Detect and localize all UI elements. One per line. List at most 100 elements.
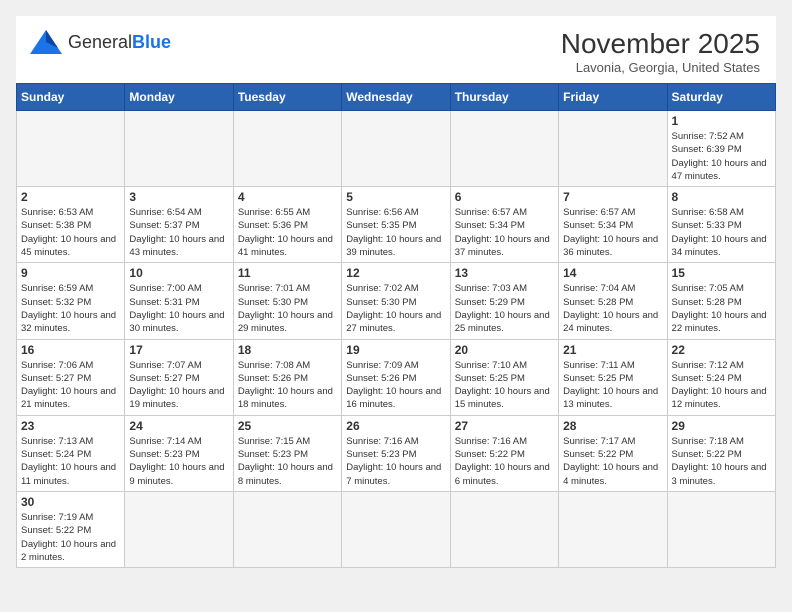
day-info: Sunrise: 6:57 AM Sunset: 5:34 PM Dayligh… xyxy=(563,206,662,259)
calendar-week-row: 2Sunrise: 6:53 AM Sunset: 5:38 PM Daylig… xyxy=(17,187,776,263)
day-number: 21 xyxy=(563,343,662,357)
day-info: Sunrise: 7:16 AM Sunset: 5:22 PM Dayligh… xyxy=(455,435,554,488)
logo-icon xyxy=(28,28,64,56)
day-info: Sunrise: 7:18 AM Sunset: 5:22 PM Dayligh… xyxy=(672,435,771,488)
day-number: 19 xyxy=(346,343,445,357)
day-number: 27 xyxy=(455,419,554,433)
day-number: 24 xyxy=(129,419,228,433)
day-number: 14 xyxy=(563,266,662,280)
day-info: Sunrise: 7:07 AM Sunset: 5:27 PM Dayligh… xyxy=(129,359,228,412)
day-number: 17 xyxy=(129,343,228,357)
day-info: Sunrise: 6:56 AM Sunset: 5:35 PM Dayligh… xyxy=(346,206,445,259)
day-number: 11 xyxy=(238,266,337,280)
calendar-day-cell: 30 Sunrise: 7:19 AM Sunset: 5:22 PM Dayli… xyxy=(17,491,125,567)
calendar-day-cell xyxy=(450,491,558,567)
calendar-week-row: 9Sunrise: 6:59 AM Sunset: 5:32 PM Daylig… xyxy=(17,263,776,339)
day-info: Sunrise: 7:06 AM Sunset: 5:27 PM Dayligh… xyxy=(21,359,120,412)
day-info: Sunrise: 6:59 AM Sunset: 5:32 PM Dayligh… xyxy=(21,282,120,335)
day-number: 3 xyxy=(129,190,228,204)
calendar-day-cell xyxy=(559,491,667,567)
calendar-day-cell xyxy=(125,491,233,567)
calendar-day-cell xyxy=(342,491,450,567)
day-info: Sunrise: 7:16 AM Sunset: 5:23 PM Dayligh… xyxy=(346,435,445,488)
calendar-day-cell: 10Sunrise: 7:00 AM Sunset: 5:31 PM Dayli… xyxy=(125,263,233,339)
weekday-header: Sunday xyxy=(17,84,125,111)
calendar-day-cell: 23Sunrise: 7:13 AM Sunset: 5:24 PM Dayli… xyxy=(17,415,125,491)
calendar-week-row: 30 Sunrise: 7:19 AM Sunset: 5:22 PM Dayli… xyxy=(17,491,776,567)
day-info: Sunrise: 7:02 AM Sunset: 5:30 PM Dayligh… xyxy=(346,282,445,335)
day-number: 30 xyxy=(21,495,120,509)
calendar-day-cell: 3 Sunrise: 6:54 AM Sunset: 5:37 PM Daylig… xyxy=(125,187,233,263)
day-number: 26 xyxy=(346,419,445,433)
day-number: 20 xyxy=(455,343,554,357)
calendar-day-cell: 28Sunrise: 7:17 AM Sunset: 5:22 PM Dayli… xyxy=(559,415,667,491)
day-number: 13 xyxy=(455,266,554,280)
calendar-day-cell xyxy=(559,111,667,187)
day-number: 23 xyxy=(21,419,120,433)
day-info: Sunrise: 7:12 AM Sunset: 5:24 PM Dayligh… xyxy=(672,359,771,412)
calendar-day-cell: 7 Sunrise: 6:57 AM Sunset: 5:34 PM Daylig… xyxy=(559,187,667,263)
calendar-day-cell xyxy=(667,491,775,567)
weekday-header: Thursday xyxy=(450,84,558,111)
day-info: Sunrise: 7:01 AM Sunset: 5:30 PM Dayligh… xyxy=(238,282,337,335)
day-info: Sunrise: 7:04 AM Sunset: 5:28 PM Dayligh… xyxy=(563,282,662,335)
day-info: Sunrise: 6:58 AM Sunset: 5:33 PM Dayligh… xyxy=(672,206,771,259)
calendar-day-cell: 9Sunrise: 6:59 AM Sunset: 5:32 PM Daylig… xyxy=(17,263,125,339)
calendar-day-cell: 4 Sunrise: 6:55 AM Sunset: 5:36 PM Daylig… xyxy=(233,187,341,263)
calendar-day-cell: 29 Sunrise: 7:18 AM Sunset: 5:22 PM Dayli… xyxy=(667,415,775,491)
day-number: 6 xyxy=(455,190,554,204)
calendar-day-cell xyxy=(125,111,233,187)
day-number: 2 xyxy=(21,190,120,204)
calendar-day-cell: 18Sunrise: 7:08 AM Sunset: 5:26 PM Dayli… xyxy=(233,339,341,415)
title-area: November 2025 Lavonia, Georgia, United S… xyxy=(561,28,760,75)
day-info: Sunrise: 7:03 AM Sunset: 5:29 PM Dayligh… xyxy=(455,282,554,335)
day-number: 28 xyxy=(563,419,662,433)
day-number: 18 xyxy=(238,343,337,357)
calendar-week-row: 1Sunrise: 7:52 AM Sunset: 6:39 PM Daylig… xyxy=(17,111,776,187)
day-number: 8 xyxy=(672,190,771,204)
calendar-day-cell: 20 Sunrise: 7:10 AM Sunset: 5:25 PM Dayli… xyxy=(450,339,558,415)
calendar-day-cell: 24 Sunrise: 7:14 AM Sunset: 5:23 PM Dayli… xyxy=(125,415,233,491)
day-number: 4 xyxy=(238,190,337,204)
calendar-day-cell: 11 Sunrise: 7:01 AM Sunset: 5:30 PM Dayli… xyxy=(233,263,341,339)
logo-text: GeneralBlue xyxy=(68,32,171,53)
day-info: Sunrise: 7:10 AM Sunset: 5:25 PM Dayligh… xyxy=(455,359,554,412)
calendar-day-cell: 13 Sunrise: 7:03 AM Sunset: 5:29 PM Dayli… xyxy=(450,263,558,339)
day-number: 22 xyxy=(672,343,771,357)
day-number: 12 xyxy=(346,266,445,280)
header: GeneralBlue November 2025 Lavonia, Georg… xyxy=(16,16,776,83)
calendar-day-cell: 21 Sunrise: 7:11 AM Sunset: 5:25 PM Dayli… xyxy=(559,339,667,415)
day-info: Sunrise: 6:54 AM Sunset: 5:37 PM Dayligh… xyxy=(129,206,228,259)
calendar-day-cell xyxy=(233,111,341,187)
month-title: November 2025 xyxy=(561,28,760,60)
day-number: 1 xyxy=(672,114,771,128)
calendar-page: GeneralBlue November 2025 Lavonia, Georg… xyxy=(16,16,776,568)
day-info: Sunrise: 7:11 AM Sunset: 5:25 PM Dayligh… xyxy=(563,359,662,412)
day-info: Sunrise: 6:55 AM Sunset: 5:36 PM Dayligh… xyxy=(238,206,337,259)
day-number: 25 xyxy=(238,419,337,433)
day-info: Sunrise: 7:00 AM Sunset: 5:31 PM Dayligh… xyxy=(129,282,228,335)
day-info: Sunrise: 7:14 AM Sunset: 5:23 PM Dayligh… xyxy=(129,435,228,488)
logo: GeneralBlue xyxy=(28,28,171,56)
calendar-day-cell: 12 Sunrise: 7:02 AM Sunset: 5:30 PM Dayli… xyxy=(342,263,450,339)
day-number: 29 xyxy=(672,419,771,433)
calendar-day-cell: 17 Sunrise: 7:07 AM Sunset: 5:27 PM Dayli… xyxy=(125,339,233,415)
logo-general: General xyxy=(68,32,132,52)
weekday-header: Wednesday xyxy=(342,84,450,111)
day-info: Sunrise: 7:19 AM Sunset: 5:22 PM Dayligh… xyxy=(21,511,120,564)
calendar-day-cell: 27 Sunrise: 7:16 AM Sunset: 5:22 PM Dayli… xyxy=(450,415,558,491)
day-info: Sunrise: 7:05 AM Sunset: 5:28 PM Dayligh… xyxy=(672,282,771,335)
calendar-day-cell: 19 Sunrise: 7:09 AM Sunset: 5:26 PM Dayli… xyxy=(342,339,450,415)
day-number: 15 xyxy=(672,266,771,280)
location: Lavonia, Georgia, United States xyxy=(561,60,760,75)
day-number: 7 xyxy=(563,190,662,204)
logo-blue: Blue xyxy=(132,32,171,52)
calendar-day-cell: 16Sunrise: 7:06 AM Sunset: 5:27 PM Dayli… xyxy=(17,339,125,415)
day-info: Sunrise: 6:57 AM Sunset: 5:34 PM Dayligh… xyxy=(455,206,554,259)
day-info: Sunrise: 7:15 AM Sunset: 5:23 PM Dayligh… xyxy=(238,435,337,488)
calendar-week-row: 23Sunrise: 7:13 AM Sunset: 5:24 PM Dayli… xyxy=(17,415,776,491)
weekday-header: Monday xyxy=(125,84,233,111)
day-info: Sunrise: 7:09 AM Sunset: 5:26 PM Dayligh… xyxy=(346,359,445,412)
calendar-day-cell: 6 Sunrise: 6:57 AM Sunset: 5:34 PM Daylig… xyxy=(450,187,558,263)
calendar-day-cell: 25 Sunrise: 7:15 AM Sunset: 5:23 PM Dayli… xyxy=(233,415,341,491)
